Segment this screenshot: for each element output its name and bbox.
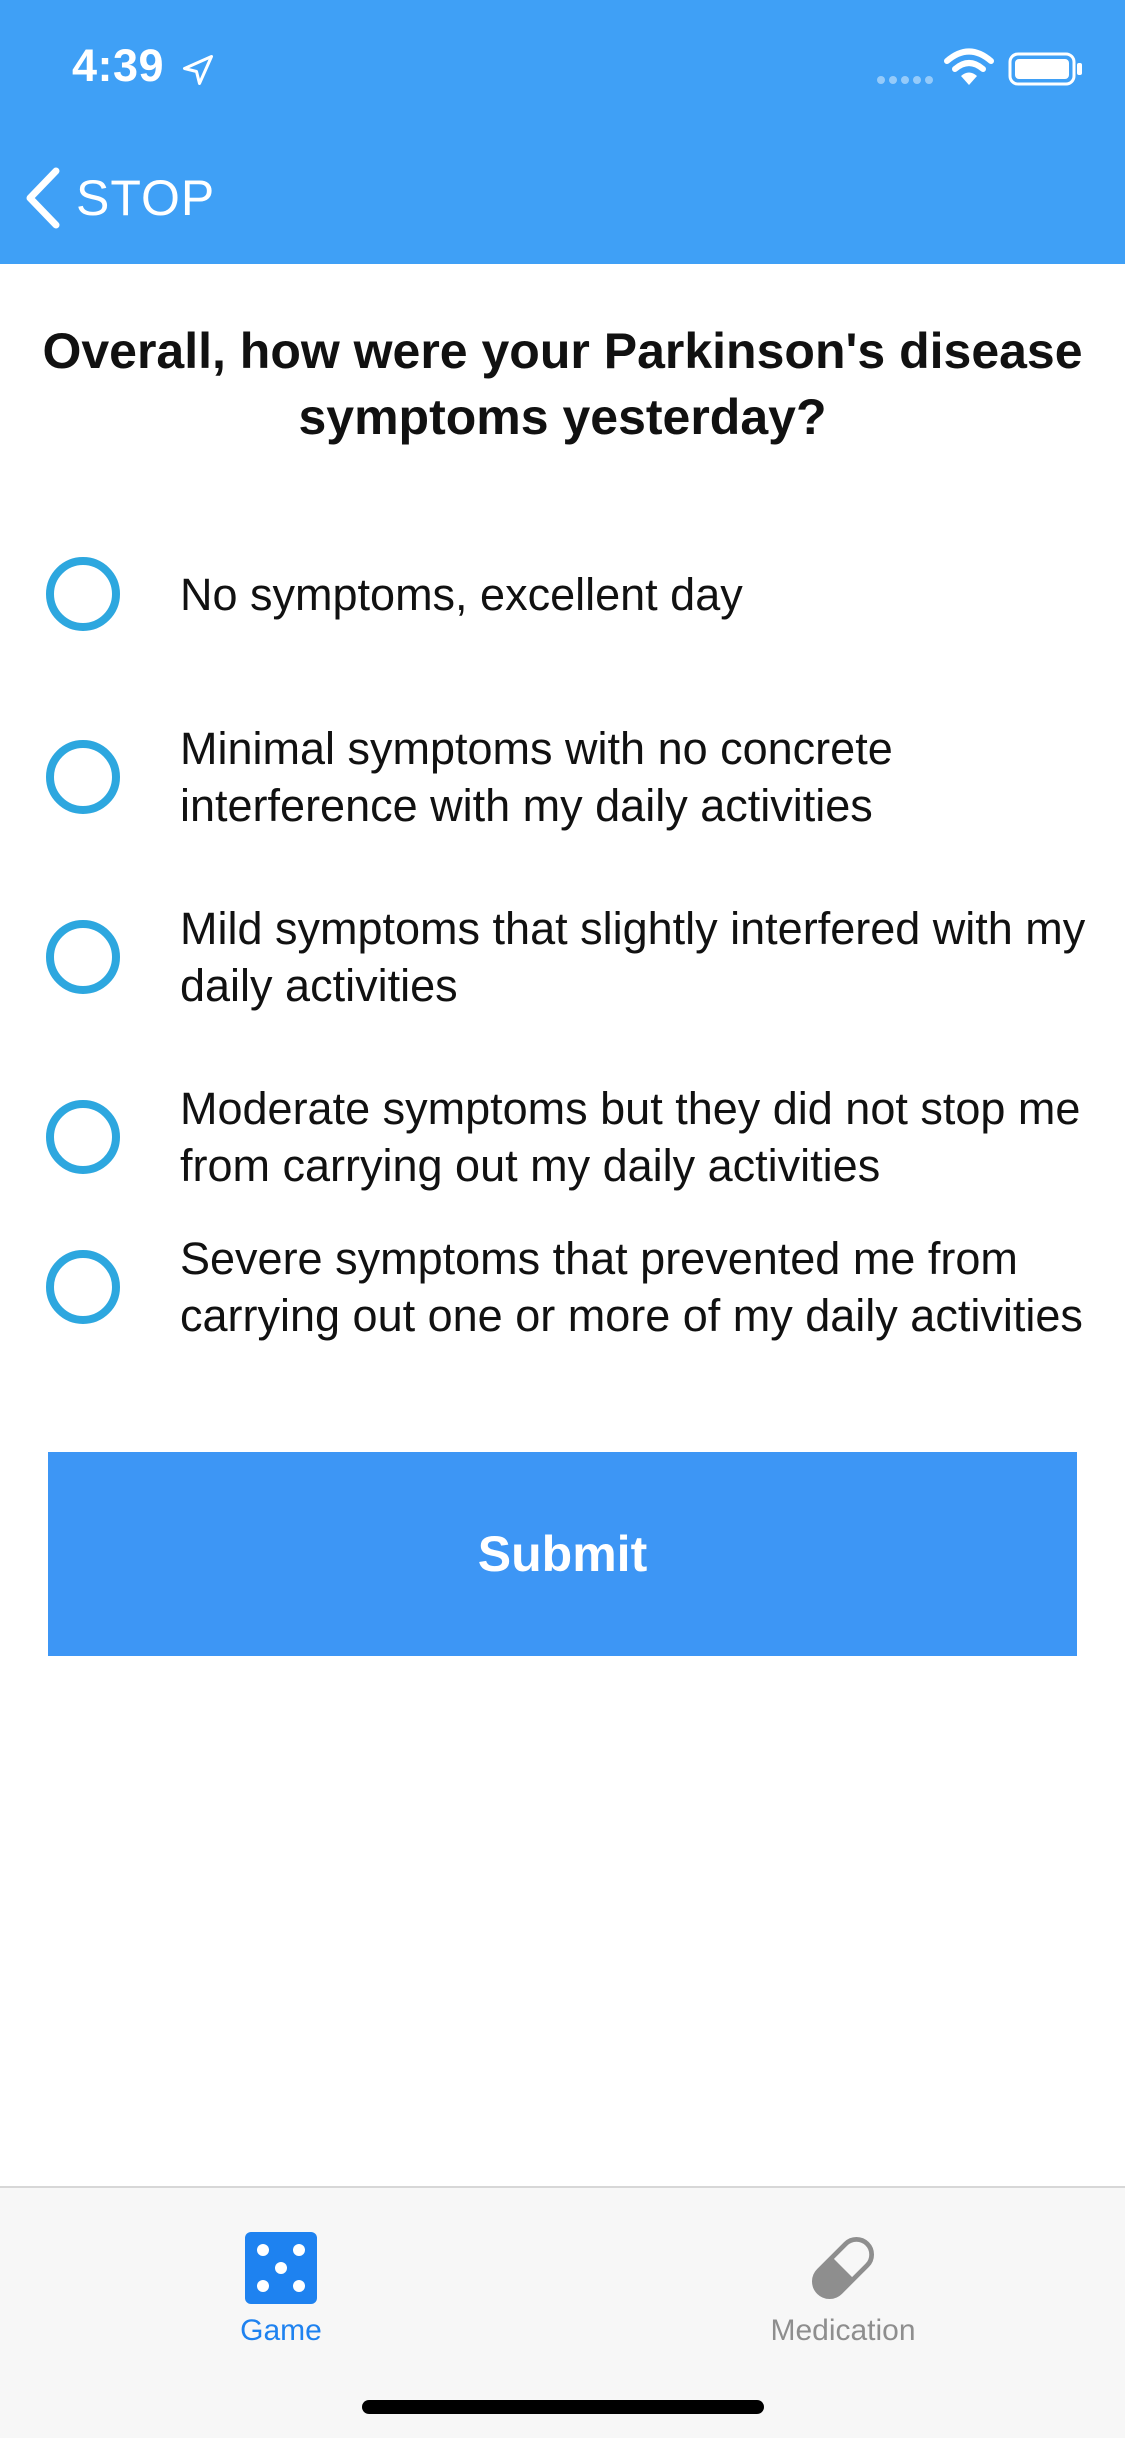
battery-icon bbox=[1008, 52, 1082, 86]
radio-button[interactable] bbox=[46, 1100, 120, 1174]
option-minimal-symptoms[interactable]: Minimal symptoms with no concrete interf… bbox=[46, 720, 1125, 834]
radio-button[interactable] bbox=[46, 920, 120, 994]
dice-icon bbox=[245, 2232, 317, 2304]
back-label: STOP bbox=[76, 170, 216, 226]
option-label: Mild symptoms that slightly interfered w… bbox=[180, 903, 1086, 1011]
location-arrow-icon bbox=[183, 55, 213, 85]
tab-medication[interactable]: Medication bbox=[693, 2208, 993, 2348]
home-indicator bbox=[362, 2400, 764, 2414]
option-severe-symptoms[interactable]: Severe symptoms that prevented me from c… bbox=[46, 1230, 1125, 1344]
wifi-icon bbox=[944, 48, 994, 85]
tab-label: Medication bbox=[770, 2314, 916, 2347]
signal-icon bbox=[877, 76, 933, 84]
tab-game[interactable]: Game bbox=[131, 2208, 431, 2348]
app-header: 4:39 STOP bbox=[0, 0, 1125, 264]
option-mild-symptoms[interactable]: Mild symptoms that slightly interfered w… bbox=[46, 900, 1125, 1014]
radio-button[interactable] bbox=[46, 557, 120, 631]
tab-bar: Game Medication bbox=[0, 2186, 1125, 2438]
tab-label: Game bbox=[240, 2314, 322, 2347]
back-button[interactable]: STOP bbox=[22, 160, 215, 236]
pill-icon bbox=[811, 2236, 875, 2300]
option-label: Severe symptoms that prevented me from c… bbox=[180, 1233, 1083, 1341]
question-text: Overall, how were your Parkinson's disea… bbox=[42, 323, 1083, 445]
option-moderate-symptoms[interactable]: Moderate symptoms but they did not stop … bbox=[46, 1080, 1125, 1194]
option-label: Moderate symptoms but they did not stop … bbox=[180, 1083, 1081, 1191]
status-time: 4:39 bbox=[72, 40, 165, 91]
option-no-symptoms[interactable]: No symptoms, excellent day bbox=[46, 557, 1125, 631]
option-label: No symptoms, excellent day bbox=[180, 568, 743, 620]
chevron-left-icon bbox=[26, 167, 60, 229]
submit-button[interactable]: Submit bbox=[48, 1452, 1077, 1656]
radio-button[interactable] bbox=[46, 1250, 120, 1324]
option-label: Minimal symptoms with no concrete interf… bbox=[180, 723, 893, 831]
radio-button[interactable] bbox=[46, 740, 120, 814]
